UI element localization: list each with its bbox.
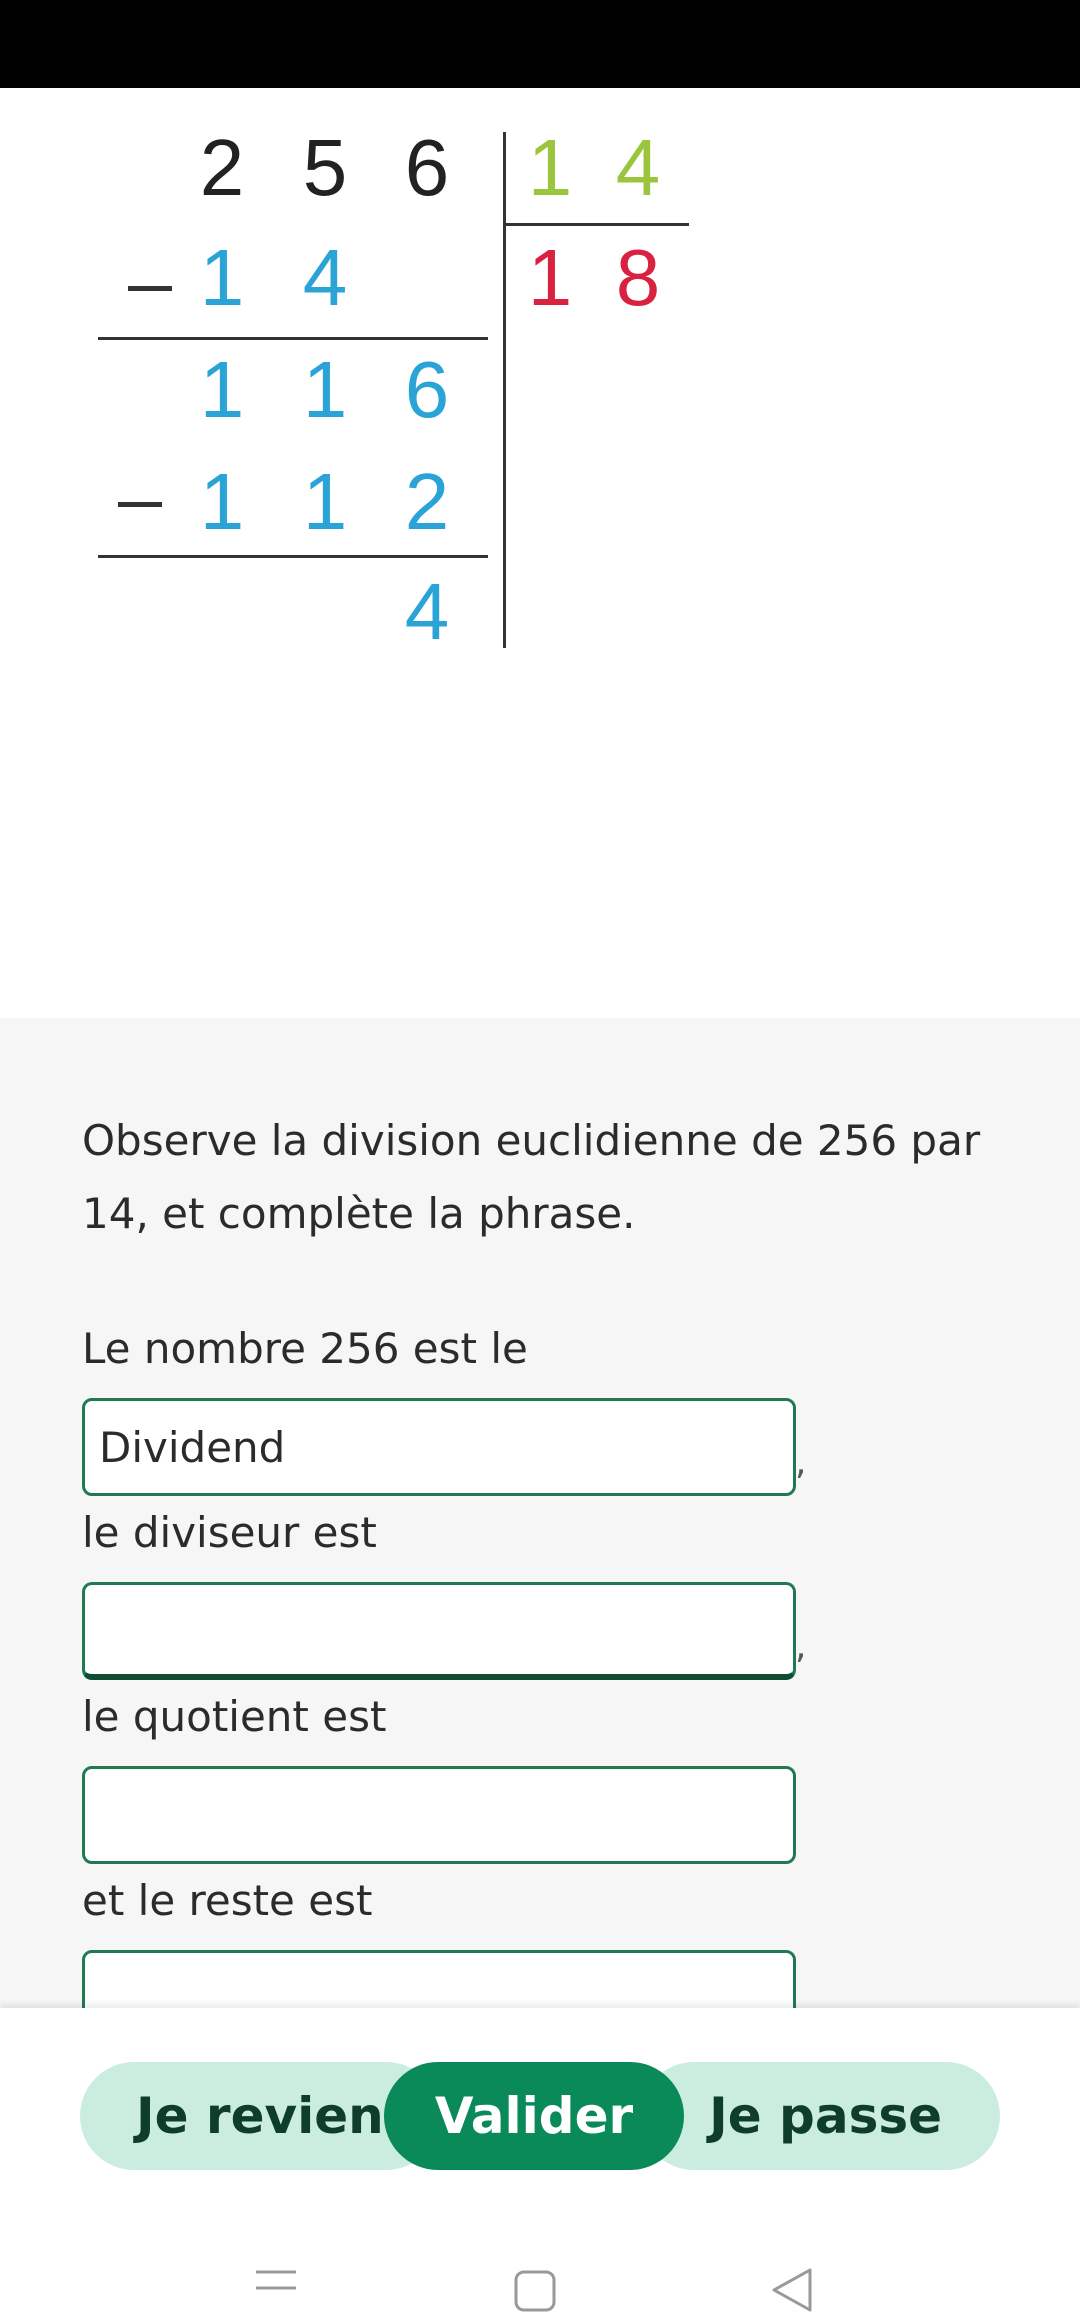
minus-sign [118,502,162,507]
divisor-digit: 4 [615,123,661,212]
partial-dividend-digit: 1 [199,345,245,434]
divisor-input[interactable] [82,1582,796,1680]
question-panel: Observe la division euclidienne de 256 p… [0,1018,1080,2048]
product-digit: 1 [199,457,245,546]
validate-button[interactable]: Valider [384,2062,684,2170]
subtraction-line [98,555,488,558]
skip-button[interactable]: Je passe [640,2062,1000,2170]
subtraction-line [98,337,488,340]
product-digit: 1 [199,233,245,322]
dividend-input[interactable] [82,1398,796,1496]
dividend-digit: 5 [302,123,348,212]
question-prompt: Observe la division euclidienne de 256 p… [82,1116,981,1238]
quotient-digit: 1 [527,233,573,322]
comma: , [795,1626,807,1667]
back-icon[interactable] [770,2268,814,2312]
minus-sign [128,286,172,291]
status-bar [0,0,1080,88]
partial-dividend-digit: 1 [302,345,348,434]
field-label-remainder: et le reste est [82,1876,373,1925]
remainder-digit: 4 [404,567,450,656]
division-illustration: 2 5 6 1 4 1 8 1 4 1 1 6 1 1 2 4 [0,88,1080,1018]
menu-icon[interactable] [254,2268,298,2292]
partial-dividend-digit: 6 [404,345,450,434]
system-nav-bar [0,2240,1080,2315]
divisor-digit: 1 [527,123,573,212]
product-digit: 1 [302,457,348,546]
comma: , [795,1442,807,1483]
home-icon[interactable] [514,2270,556,2312]
product-digit: 4 [302,233,348,322]
divisor-underline [505,223,689,226]
quotient-input[interactable] [82,1766,796,1864]
division-bar [503,132,506,648]
dividend-digit: 6 [404,123,450,212]
field-label-dividend: Le nombre 256 est le [82,1324,528,1373]
field-label-divisor: le diviseur est [82,1508,377,1557]
product-digit: 2 [404,457,450,546]
field-label-quotient: le quotient est [82,1692,387,1741]
quotient-digit: 8 [615,233,661,322]
dividend-digit: 2 [199,123,245,212]
action-bar: Je reviens Je passe Valider [0,2008,1080,2315]
